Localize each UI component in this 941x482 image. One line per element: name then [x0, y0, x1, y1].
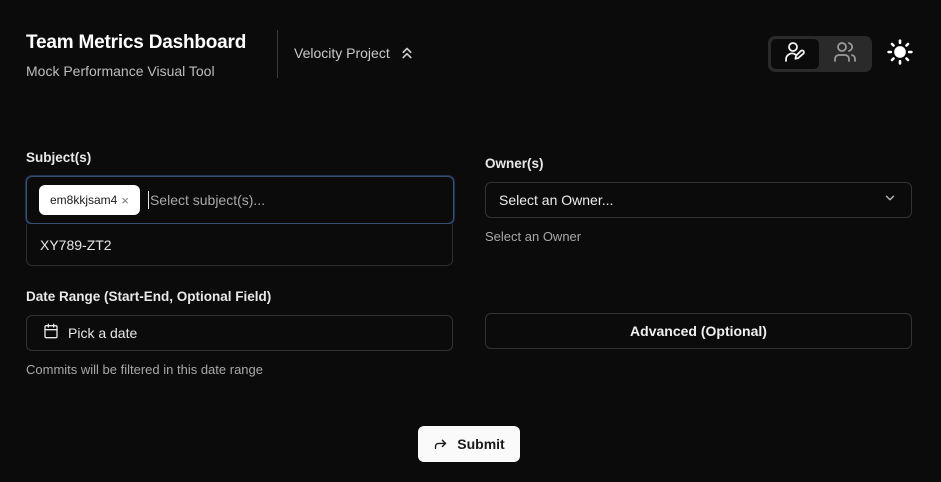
text-caret — [147, 191, 149, 209]
advanced-options-label: Advanced (Optional) — [630, 323, 767, 339]
header-divider — [277, 30, 278, 78]
subjects-multiselect[interactable]: em8kkjsam4 × — [26, 176, 454, 224]
chip-remove-icon[interactable]: × — [121, 194, 129, 207]
user-pen-icon — [783, 40, 807, 69]
app-subtitle: Mock Performance Visual Tool — [26, 63, 215, 79]
subject-chip: em8kkjsam4 × — [39, 185, 140, 215]
view-toggle — [768, 36, 872, 72]
date-picker-label: Pick a date — [68, 325, 138, 341]
subject-chip-label: em8kkjsam4 — [50, 193, 118, 207]
theme-toggle-button[interactable] — [886, 38, 914, 70]
owner-select-value: Select an Owner... — [499, 192, 614, 208]
chevrons-up-icon — [398, 44, 416, 62]
project-switcher[interactable]: Velocity Project — [294, 44, 416, 62]
owner-helper-text: Select an Owner — [485, 229, 582, 244]
single-user-view-button[interactable] — [771, 39, 819, 69]
dashboard-page: Team Metrics Dashboard Mock Performance … — [0, 0, 941, 482]
calendar-icon — [43, 323, 59, 344]
subject-option[interactable]: XY789-ZT2 — [40, 237, 112, 253]
project-name: Velocity Project — [294, 45, 390, 61]
date-range-label: Date Range (Start-End, Optional Field) — [26, 289, 272, 304]
submit-button[interactable]: Submit — [418, 426, 520, 462]
submit-label: Submit — [457, 436, 505, 452]
advanced-options-button[interactable]: Advanced (Optional) — [485, 313, 912, 349]
date-range-helper-text: Commits will be filtered in this date ra… — [26, 362, 263, 377]
sun-icon — [887, 38, 913, 70]
subjects-label: Subject(s) — [26, 150, 92, 165]
chevron-down-icon — [883, 191, 897, 210]
app-title: Team Metrics Dashboard — [26, 32, 247, 53]
date-picker-button[interactable]: Pick a date — [26, 315, 453, 351]
forward-arrow-icon — [433, 434, 448, 454]
owners-label: Owner(s) — [485, 156, 544, 171]
subjects-search-input[interactable] — [149, 192, 410, 208]
subjects-dropdown: XY789-ZT2 — [26, 224, 453, 266]
owner-select[interactable]: Select an Owner... — [485, 182, 912, 218]
team-view-button[interactable] — [821, 39, 869, 69]
title-block: Team Metrics Dashboard Mock Performance … — [26, 32, 246, 79]
users-icon — [833, 40, 857, 69]
